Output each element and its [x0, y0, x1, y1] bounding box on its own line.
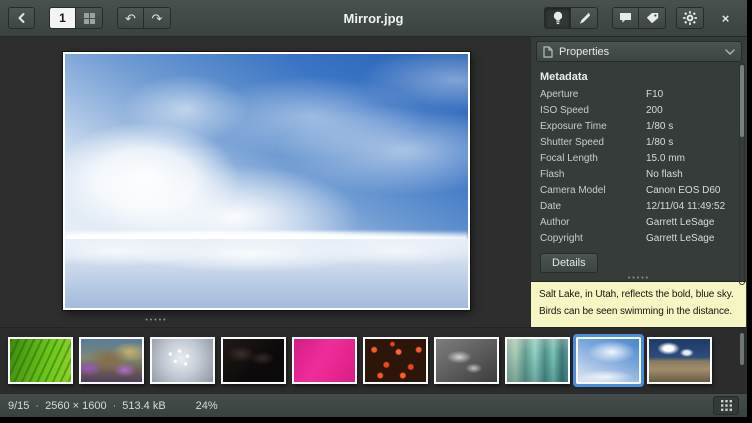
metadata-section-title: Metadata [531, 64, 747, 86]
grid-view-icon [84, 13, 95, 24]
status-file-size: 513.4 kB [122, 400, 165, 412]
properties-toggle-button[interactable] [544, 7, 571, 29]
metadata-row-exposure: Exposure Time 1/80 s [531, 118, 747, 134]
thumbnail-orange-berries[interactable] [363, 337, 428, 384]
thumbnail-aurora[interactable] [505, 337, 570, 384]
thumbnail-strip-scrollbar[interactable] [740, 333, 744, 365]
photo-water-reflection [65, 239, 468, 308]
metadata-label: ISO Speed [540, 105, 646, 116]
thumbnail-mirror-selected[interactable] [576, 337, 641, 384]
rotate-left-icon: ↶ [125, 12, 136, 25]
status-dimensions: 2560 × 1600 [45, 400, 106, 412]
metadata-value: F10 [646, 89, 738, 100]
properties-panel: Properties Metadata Aperture F10 ISO Spe… [530, 37, 747, 327]
thumbnail-dandelion[interactable] [150, 337, 215, 384]
properties-dropdown-label: Properties [559, 46, 609, 58]
toolbar-right: × [544, 7, 739, 29]
metadata-label: Aperture [540, 89, 646, 100]
status-position: 9/15 [8, 400, 29, 412]
thumbnail-pane-splitter[interactable]: ••••• [0, 317, 313, 324]
chevron-down-icon [725, 49, 735, 55]
metadata-row-shutter: Shutter Speed 1/80 s [531, 134, 747, 150]
metadata-row-flash: Flash No flash [531, 166, 747, 182]
status-zoom-level: 24% [196, 400, 218, 412]
metadata-value: 15.0 mm [646, 153, 738, 164]
document-icon [543, 46, 553, 58]
image-description-note[interactable]: Salt Lake, in Utah, reflects the bold, b… [531, 281, 746, 327]
view-mode-group: 1 [49, 7, 103, 29]
metadata-label: Shutter Speed [540, 137, 646, 148]
single-view-button[interactable]: 1 [49, 7, 76, 29]
back-chevron-icon [16, 12, 28, 24]
properties-scrollbar-thumb[interactable] [740, 65, 744, 137]
metadata-value: Canon EOS D60 [646, 185, 738, 196]
application-window: Mirror.jpg 1 ↶ ↷ [0, 0, 752, 423]
metadata-label: Author [540, 217, 646, 228]
grid-dots-icon [721, 400, 732, 411]
metadata-row-date: Date 12/11/04 11:49:52 [531, 198, 747, 214]
main-photo-image [65, 54, 468, 308]
thumbnail-grid-toggle-button[interactable] [713, 396, 739, 415]
metadata-label: Copyright [540, 233, 646, 244]
rotate-group: ↶ ↷ [117, 7, 171, 29]
status-bar: 9/15 · 2560 × 1600 · 513.4 kB 24% [0, 393, 747, 417]
metadata-label: Focal Length [540, 153, 646, 164]
thumbnail-plant-flowers[interactable] [79, 337, 144, 384]
metadata-value: 12/11/04 11:49:52 [646, 201, 738, 212]
thumbnail-green-leaf[interactable] [8, 337, 73, 384]
speech-bubble-icon [619, 12, 632, 24]
lightbulb-icon [552, 11, 564, 25]
image-canvas: ••••• [0, 37, 530, 327]
thumbnail-stones[interactable] [434, 337, 499, 384]
metadata-value: Garrett LeSage [646, 233, 738, 244]
status-separator: · [35, 400, 39, 412]
grid-view-button[interactable] [76, 7, 103, 29]
tag-icon [646, 12, 659, 24]
metadata-row-camera-model: Camera Model Canon EOS D60 [531, 182, 747, 198]
metadata-row-author: Author Garrett LeSage [531, 214, 747, 230]
metadata-label: Flash [540, 169, 646, 180]
metadata-value: Garrett LeSage [646, 217, 738, 228]
photo-sky [65, 54, 468, 239]
properties-dropdown[interactable]: Properties [536, 41, 742, 62]
metadata-value: 1/80 s [646, 137, 738, 148]
single-view-label: 1 [59, 11, 66, 25]
tag-button[interactable] [639, 7, 666, 29]
content-area: ••••• Properties Metadata Aperture F10 I… [0, 37, 747, 327]
thumbnail-desert-road[interactable] [647, 337, 712, 384]
thumbnail-pink-fabric[interactable] [292, 337, 357, 384]
image-viewer-app: Mirror.jpg 1 ↶ ↷ [0, 0, 747, 417]
metadata-value: No flash [646, 169, 738, 180]
details-button[interactable]: Details [540, 253, 598, 273]
close-button[interactable]: × [712, 7, 739, 29]
thumbnail-strip [0, 327, 747, 393]
back-group [8, 7, 35, 29]
settings-group [676, 7, 704, 29]
status-separator: · [113, 400, 117, 412]
rotate-right-icon: ↷ [152, 12, 163, 25]
metadata-row-copyright: Copyright Garrett LeSage [531, 230, 747, 246]
annotate-group [612, 7, 666, 29]
rotate-right-button[interactable]: ↷ [144, 7, 171, 29]
thumbnail-dark-leaves[interactable] [221, 337, 286, 384]
metadata-row-iso: ISO Speed 200 [531, 102, 747, 118]
metadata-label: Exposure Time [540, 121, 646, 132]
metadata-value: 200 [646, 105, 738, 116]
gear-icon [683, 11, 697, 25]
main-photo[interactable] [63, 52, 470, 310]
edit-toggle-button[interactable] [571, 7, 598, 29]
settings-button[interactable] [676, 7, 704, 29]
toolbar: Mirror.jpg 1 ↶ ↷ [0, 0, 747, 37]
metadata-value: 1/80 s [646, 121, 738, 132]
rotate-left-button[interactable]: ↶ [117, 7, 144, 29]
metadata-label: Date [540, 201, 646, 212]
close-icon: × [722, 11, 730, 26]
back-button[interactable] [8, 7, 35, 29]
comment-button[interactable] [612, 7, 639, 29]
metadata-row-focal-length: Focal Length 15.0 mm [531, 150, 747, 166]
metadata-row-aperture: Aperture F10 [531, 86, 747, 102]
brush-icon [578, 12, 591, 25]
metadata-label: Camera Model [540, 185, 646, 196]
panel-toggle-group [544, 7, 598, 29]
